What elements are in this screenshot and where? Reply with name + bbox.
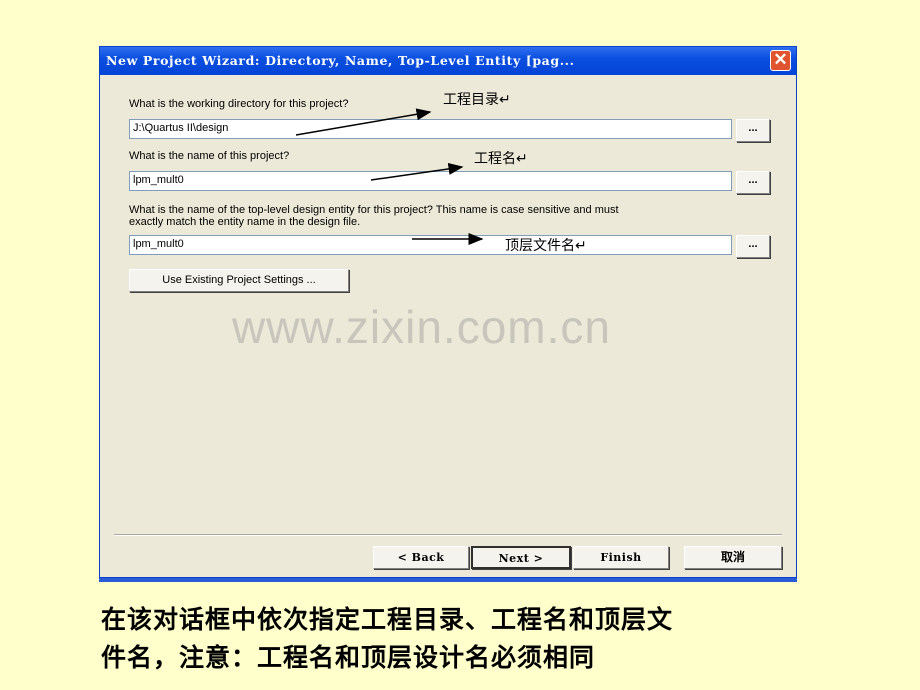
finish-button[interactable]: Finish	[573, 546, 669, 569]
entity-question-label-line1: What is the name of the top-level design…	[129, 204, 619, 216]
project-name-browse-button[interactable]: ...	[736, 171, 770, 194]
use-existing-settings-button[interactable]: Use Existing Project Settings ...	[129, 269, 349, 292]
entity-browse-button[interactable]: ...	[736, 235, 770, 258]
close-button[interactable]: ✕	[770, 50, 791, 71]
entity-question-label-line2: exactly match the entity name in the des…	[129, 216, 361, 228]
back-button[interactable]: < Back	[373, 546, 469, 569]
next-button[interactable]: Next >	[471, 546, 571, 569]
directory-input[interactable]: J:\Quartus II\design	[129, 119, 732, 139]
watermark: www.zixin.com.cn	[232, 301, 611, 353]
project-name-input[interactable]: lpm_mult0	[129, 171, 732, 191]
caption-line-2: 件名，注意：工程名和顶层设计名必须相同	[101, 644, 596, 672]
dialog-bottom-border	[99, 578, 797, 582]
annotation-directory: 工程目录↵	[443, 91, 511, 107]
button-divider	[114, 534, 782, 536]
annotation-project-name: 工程名↵	[474, 150, 528, 166]
cancel-button[interactable]: 取消	[684, 546, 782, 569]
directory-browse-button[interactable]: ...	[736, 119, 770, 142]
annotation-top-level-file: 顶层文件名↵	[505, 237, 587, 253]
title-bar[interactable]: New Project Wizard: Directory, Name, Top…	[100, 47, 796, 75]
directory-question-label: What is the working directory for this p…	[129, 98, 349, 110]
top-level-entity-input[interactable]: lpm_mult0	[129, 235, 732, 255]
close-icon: ✕	[773, 50, 788, 69]
project-name-question-label: What is the name of this project?	[129, 150, 290, 162]
dialog-title: New Project Wizard: Directory, Name, Top…	[106, 53, 575, 68]
caption-line-1: 在该对话框中依次指定工程目录、工程名和顶层文	[101, 606, 674, 634]
